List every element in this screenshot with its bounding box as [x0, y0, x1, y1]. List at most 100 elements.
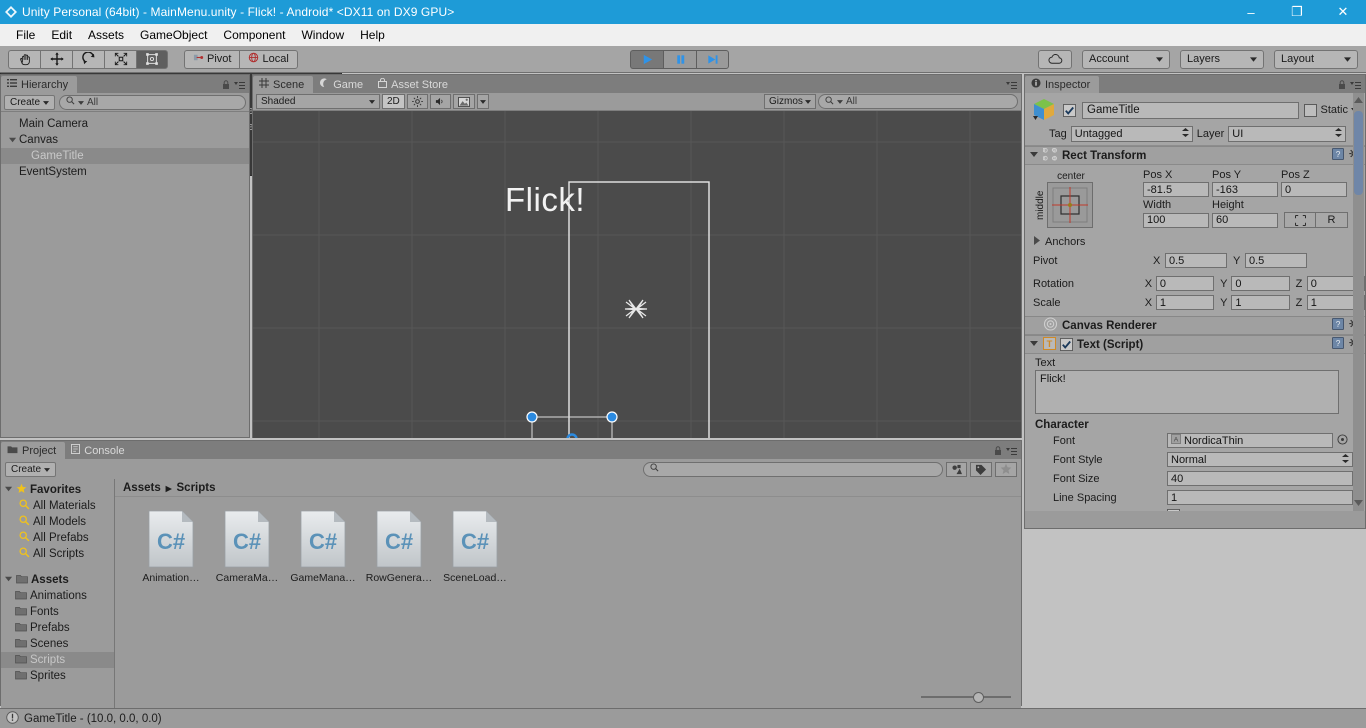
asset-item[interactable]: C# SceneLoad…: [441, 509, 509, 584]
menu-file[interactable]: File: [8, 25, 43, 45]
menu-gameobject[interactable]: GameObject: [132, 25, 215, 45]
scene-text-object[interactable]: Flick!: [505, 178, 585, 222]
font-object-field[interactable]: A NordicaThin: [1167, 433, 1333, 448]
hierarchy-item-gametitle[interactable]: GameTitle: [1, 148, 249, 164]
hierarchy-item-eventsystem[interactable]: EventSystem: [1, 164, 249, 180]
inspector-scrollbar-thumb[interactable]: [1354, 111, 1363, 195]
hand-tool-button[interactable]: [8, 49, 40, 69]
gizmos-dropdown[interactable]: Gizmos: [764, 94, 816, 109]
account-dropdown[interactable]: Account: [1082, 49, 1170, 69]
menu-component[interactable]: Component: [215, 25, 293, 45]
panel-menu-icon[interactable]: [1006, 447, 1017, 459]
rect-tool-button[interactable]: [136, 49, 168, 69]
hierarchy-search-input[interactable]: All: [59, 94, 246, 110]
blueprint-mode-button[interactable]: [1284, 212, 1316, 228]
rich-text-checkbox[interactable]: [1167, 508, 1180, 511]
audio-toggle-button[interactable]: [429, 94, 451, 109]
breadcrumb-assets[interactable]: Assets: [123, 482, 161, 494]
font-size-input[interactable]: 40: [1167, 471, 1353, 486]
asset-item[interactable]: C# RowGenera…: [365, 509, 433, 584]
project-search-input[interactable]: [643, 461, 943, 477]
object-name-input[interactable]: GameTitle: [1082, 101, 1300, 119]
tab-console[interactable]: Console: [65, 442, 134, 459]
text-content-textarea[interactable]: Flick!: [1035, 370, 1339, 414]
tab-asset-store[interactable]: Asset Store: [372, 76, 458, 93]
local-toggle-button[interactable]: Local: [239, 49, 298, 69]
scroll-down-arrow-icon[interactable]: [1354, 497, 1363, 509]
pivot-toggle-button[interactable]: Pivot: [184, 49, 240, 69]
rotation-x-input[interactable]: 0: [1155, 276, 1215, 291]
project-folder-sprites[interactable]: Sprites: [1, 668, 114, 684]
static-checkbox[interactable]: [1304, 103, 1318, 117]
foldout-arrow-icon[interactable]: [1030, 339, 1039, 351]
project-favorite-all-scripts[interactable]: All Scripts: [1, 546, 114, 562]
project-folder-animations[interactable]: Animations: [1, 588, 114, 604]
asset-item[interactable]: C# CameraMa…: [213, 509, 281, 584]
menu-edit[interactable]: Edit: [43, 25, 80, 45]
breadcrumb-scripts[interactable]: Scripts: [177, 482, 216, 494]
project-create-button[interactable]: Create: [5, 461, 57, 477]
object-picker-icon[interactable]: [1337, 433, 1348, 448]
layer-dropdown[interactable]: UI: [1228, 126, 1347, 142]
help-icon[interactable]: ?: [1332, 148, 1344, 163]
help-icon[interactable]: ?: [1332, 318, 1344, 333]
project-folder-fonts[interactable]: Fonts: [1, 604, 114, 620]
pivot-x-input[interactable]: 0.5: [1165, 253, 1227, 268]
lock-icon[interactable]: [994, 446, 1002, 459]
hierarchy-item-canvas[interactable]: Canvas: [1, 132, 249, 148]
object-active-checkbox[interactable]: [1062, 103, 1077, 117]
tab-project[interactable]: Project: [1, 442, 66, 459]
minimize-button[interactable]: –: [1228, 0, 1274, 24]
scale-y-input[interactable]: 1: [1231, 295, 1290, 310]
close-button[interactable]: ✕: [1320, 0, 1366, 24]
foldout-arrow-icon[interactable]: [1030, 150, 1039, 162]
project-folder-scripts[interactable]: Scripts: [1, 652, 114, 668]
asset-item[interactable]: C# GameMana…: [289, 509, 357, 584]
layout-dropdown[interactable]: Layout: [1274, 49, 1358, 69]
lock-icon[interactable]: [1338, 80, 1346, 93]
asset-zoom-slider[interactable]: [921, 690, 1011, 704]
font-style-dropdown[interactable]: Normal: [1167, 452, 1353, 467]
shading-mode-dropdown[interactable]: Shaded: [256, 94, 380, 109]
component-header-rect-transform[interactable]: Rect Transform ?: [1025, 146, 1365, 165]
save-search-button[interactable]: [995, 461, 1017, 477]
expand-arrow-icon[interactable]: [5, 484, 13, 496]
step-button[interactable]: [696, 49, 729, 69]
lock-icon[interactable]: [222, 80, 230, 93]
line-spacing-input[interactable]: 1: [1167, 490, 1353, 505]
project-assets-root[interactable]: Assets: [1, 572, 114, 588]
play-button[interactable]: [630, 49, 663, 69]
slider-knob[interactable]: [973, 691, 984, 703]
menu-window[interactable]: Window: [293, 25, 352, 45]
maximize-button[interactable]: ❐: [1274, 0, 1320, 24]
raw-edit-button[interactable]: R: [1316, 212, 1348, 228]
pivot-y-input[interactable]: 0.5: [1245, 253, 1307, 268]
lighting-toggle-button[interactable]: [406, 94, 428, 109]
scene-search-input[interactable]: All: [818, 94, 1018, 109]
tab-inspector[interactable]: Inspector: [1025, 76, 1100, 93]
toggle-2d-button[interactable]: 2D: [382, 94, 405, 109]
hierarchy-create-button[interactable]: Create: [4, 94, 56, 110]
project-folder-scenes[interactable]: Scenes: [1, 636, 114, 652]
panel-menu-icon[interactable]: [1006, 81, 1017, 93]
scale-x-input[interactable]: 1: [1155, 295, 1215, 310]
move-tool-button[interactable]: [40, 49, 72, 69]
scene-viewport[interactable]: Flick!: [253, 111, 1021, 438]
rotate-tool-button[interactable]: [72, 49, 104, 69]
tab-scene[interactable]: Scene: [253, 76, 314, 93]
help-icon[interactable]: ?: [1332, 337, 1344, 352]
component-header-canvas-renderer[interactable]: Canvas Renderer ?: [1025, 316, 1365, 335]
effects-dropdown[interactable]: [476, 94, 489, 109]
width-input[interactable]: 100: [1143, 212, 1209, 228]
tag-dropdown[interactable]: Untagged: [1070, 126, 1193, 142]
filter-by-label-button[interactable]: [970, 461, 992, 477]
tab-hierarchy[interactable]: Hierarchy: [1, 76, 78, 93]
pos-z-input[interactable]: 0: [1281, 182, 1347, 197]
menu-assets[interactable]: Assets: [80, 25, 132, 45]
panel-menu-icon[interactable]: [1350, 81, 1361, 93]
text-component-enabled-checkbox[interactable]: [1060, 338, 1073, 351]
pos-y-input[interactable]: -163: [1212, 182, 1278, 197]
project-favorites-root[interactable]: Favorites: [1, 482, 114, 498]
anchors-foldout[interactable]: Anchors: [1025, 232, 1365, 251]
project-favorite-all-materials[interactable]: All Materials: [1, 498, 114, 514]
